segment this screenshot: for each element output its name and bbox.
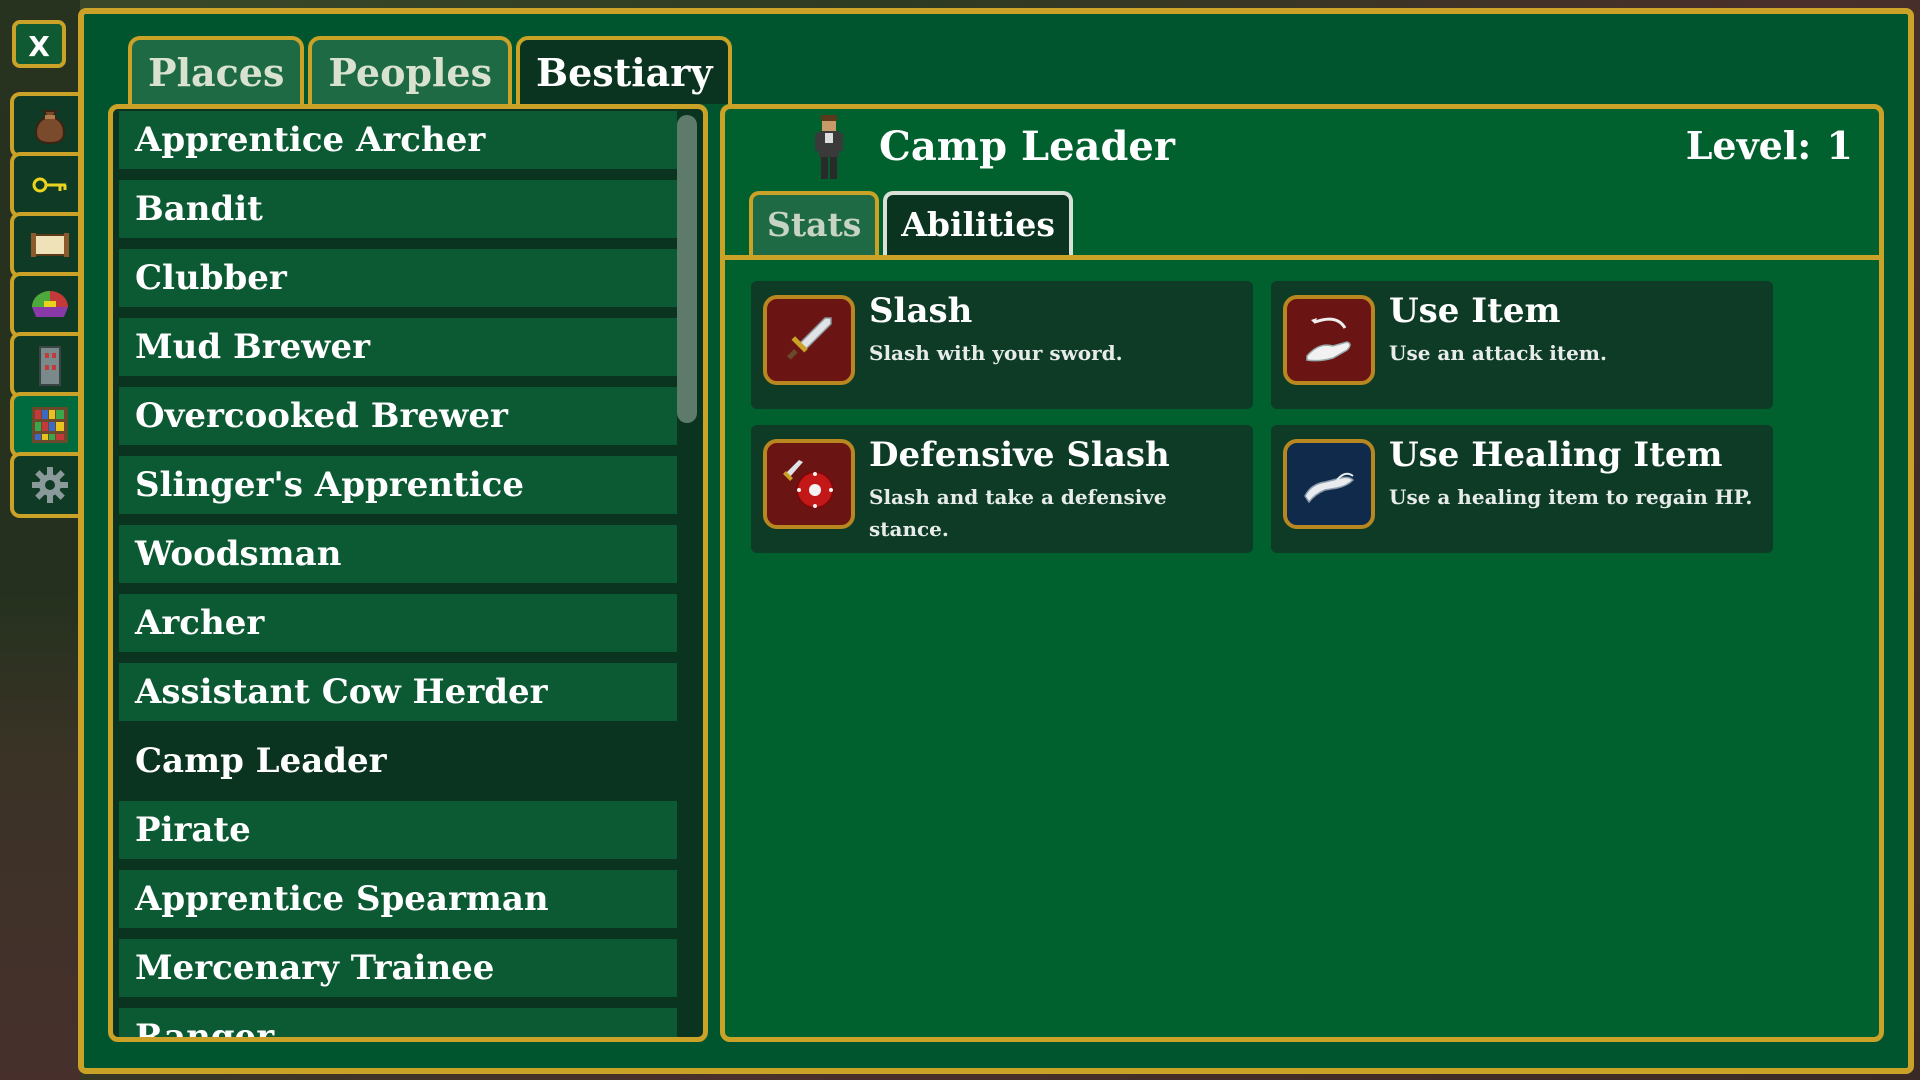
list-item-selected[interactable]: Camp Leader — [119, 732, 677, 790]
side-menu: X — [6, 20, 86, 1060]
tab-places[interactable]: Places — [128, 36, 305, 104]
ability-icon-box — [1283, 439, 1375, 529]
inventory-bag-icon — [34, 110, 66, 145]
list-scrollbar-thumb[interactable] — [677, 115, 697, 423]
list-item[interactable]: Assistant Cow Herder — [119, 663, 677, 721]
ability-description: Use a healing item to regain HP. — [1389, 485, 1753, 509]
list-item[interactable]: Woodsman — [119, 525, 677, 583]
creature-portrait — [815, 115, 843, 179]
bestiary-list: Apprentice Archer Bandit Clubber Mud Bre… — [108, 104, 708, 1042]
hand-heal-icon — [1304, 472, 1355, 504]
party-icon — [32, 291, 68, 317]
settings-tab[interactable] — [10, 452, 86, 518]
bookshelf-icon — [32, 407, 68, 443]
list-item[interactable]: Apprentice Spearman — [119, 870, 677, 928]
ability-title: Defensive Slash — [869, 435, 1170, 475]
ability-card[interactable]: Defensive Slash Slash and take a defensi… — [751, 425, 1253, 553]
ability-title: Use Item — [1389, 291, 1561, 331]
tower-icon — [39, 346, 61, 386]
buildings-tab[interactable] — [10, 332, 86, 398]
list-item[interactable]: Overcooked Brewer — [119, 387, 677, 445]
creature-level: Level: 1 — [1684, 123, 1853, 168]
ability-title: Use Healing Item — [1389, 435, 1723, 475]
ability-icon-box — [763, 439, 855, 529]
tab-peoples[interactable]: Peoples — [308, 36, 512, 104]
level-label: Level: — [1685, 123, 1812, 168]
list-item[interactable]: Mud Brewer — [119, 318, 677, 376]
ability-description: Use an attack item. — [1389, 341, 1607, 365]
ability-description: Slash with your sword. — [869, 341, 1123, 365]
list-item[interactable]: Bandit — [119, 180, 677, 238]
creature-detail-panel: Camp Leader Level: 1 Stats Abilities Sla… — [720, 104, 1884, 1042]
codex-tab[interactable] — [10, 392, 86, 458]
creature-name: Camp Leader — [879, 123, 1175, 170]
list-item[interactable]: Archer — [119, 594, 677, 652]
list-item[interactable]: Apprentice Archer — [119, 111, 677, 169]
ability-card[interactable]: Slash Slash with your sword. — [751, 281, 1253, 409]
hand-throw-icon — [1306, 317, 1351, 362]
ability-card[interactable]: Use Item Use an attack item. — [1271, 281, 1773, 409]
list-item[interactable]: Mercenary Trainee — [119, 939, 677, 997]
inventory-tab[interactable] — [10, 92, 86, 158]
list-item[interactable]: Pirate — [119, 801, 677, 859]
close-button[interactable]: X — [12, 20, 66, 68]
tab-abilities[interactable]: Abilities — [883, 191, 1073, 257]
scroll-icon — [31, 233, 69, 257]
detail-tabs: Stats Abilities — [749, 191, 1073, 257]
ability-icon-box — [763, 295, 855, 385]
keys-tab[interactable] — [10, 152, 86, 218]
ability-description: Slash and take a defensive stance. — [869, 485, 1167, 541]
ability-card[interactable]: Use Healing Item Use a healing item to r… — [1271, 425, 1773, 553]
list-item[interactable]: Ranger — [119, 1008, 677, 1037]
key-icon — [32, 177, 67, 193]
list-item[interactable]: Slinger's Apprentice — [119, 456, 677, 514]
codex-tabs: Places Peoples Bestiary — [128, 36, 733, 104]
ability-icon-box — [1283, 295, 1375, 385]
sword-shield-icon — [783, 460, 834, 509]
party-tab[interactable] — [10, 272, 86, 338]
list-item[interactable]: Clubber — [119, 249, 677, 307]
tab-bestiary[interactable]: Bestiary — [516, 36, 733, 104]
quests-tab[interactable] — [10, 212, 86, 278]
gear-icon — [32, 467, 68, 503]
ability-title: Slash — [869, 291, 973, 331]
sword-icon — [787, 317, 832, 360]
tab-divider — [725, 255, 1879, 260]
tab-stats[interactable]: Stats — [749, 191, 880, 257]
level-value: 1 — [1826, 123, 1853, 168]
